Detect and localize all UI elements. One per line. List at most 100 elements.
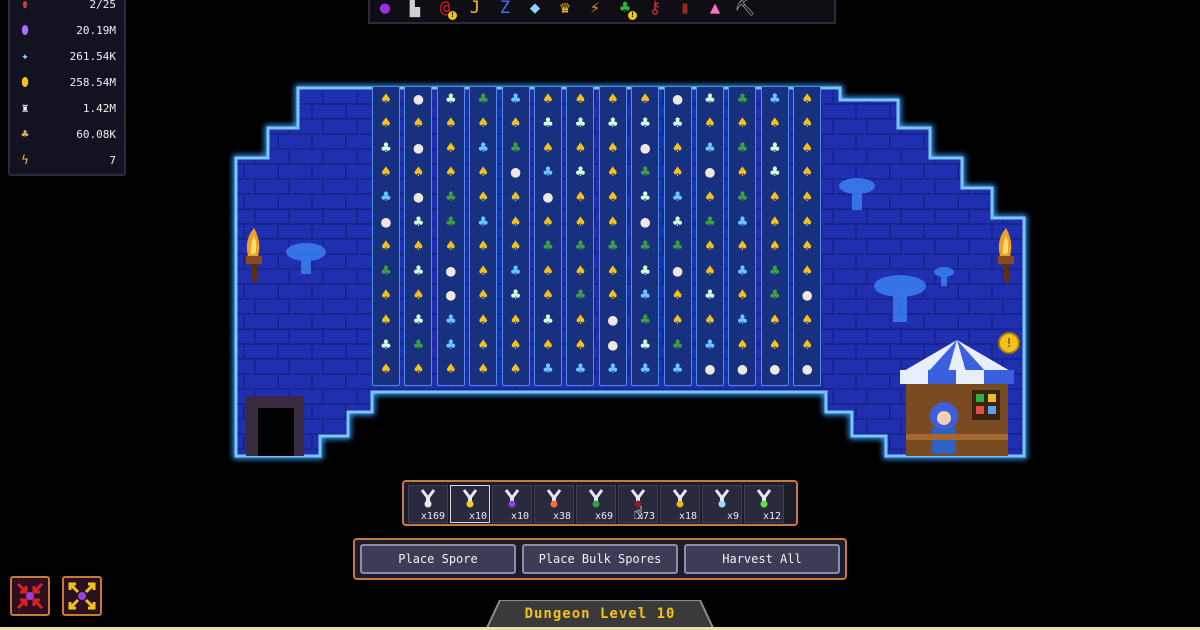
mushroom-crop[interactable]: ♠ (372, 160, 400, 184)
mushroom-crop[interactable]: ♠ (599, 209, 627, 233)
mushroom-crop[interactable]: ♠ (404, 111, 432, 135)
mushroom-crop[interactable]: ♠ (534, 258, 562, 282)
mushroom-crop[interactable]: ♣ (372, 258, 400, 282)
mushroom-crop[interactable]: ♣ (566, 160, 594, 184)
spore-slot[interactable]: x169 (408, 485, 448, 523)
mushroom-crop[interactable]: ♠ (566, 258, 594, 282)
mushroom-crop[interactable]: ♠ (696, 258, 724, 282)
mushroom-crop[interactable]: ♠ (566, 86, 594, 110)
mushroom-crop[interactable]: ● (404, 184, 432, 208)
mushroom-crop[interactable]: ♣ (469, 86, 497, 110)
mushroom-crop[interactable]: ♠ (793, 184, 821, 208)
mushroom-crop[interactable]: ♠ (502, 307, 530, 331)
mushroom-crop[interactable]: ♣ (761, 86, 789, 110)
mushroom-crop[interactable]: ♠ (728, 283, 756, 307)
mushroom-crop[interactable]: ♠ (761, 209, 789, 233)
mushroom-crop[interactable]: ♠ (664, 160, 692, 184)
mushroom-crop[interactable]: ♣ (631, 160, 659, 184)
mushroom-crop[interactable]: ♣ (372, 332, 400, 356)
mushroom-crop[interactable]: ♠ (502, 234, 530, 258)
mushroom-crop[interactable]: ♠ (437, 111, 465, 135)
mushroom-crop[interactable]: ♠ (534, 209, 562, 233)
mushroom-crop[interactable]: ♠ (728, 332, 756, 356)
mushroom-crop[interactable]: ♠ (599, 135, 627, 159)
mushroom-crop[interactable]: ● (664, 86, 692, 110)
spore-slot[interactable]: x10 (492, 485, 532, 523)
mushroom-crop[interactable]: ♠ (469, 160, 497, 184)
mushroom-crop[interactable]: ♣ (566, 283, 594, 307)
mushroom-crop[interactable]: ♣ (664, 234, 692, 258)
mushroom-crop[interactable]: ● (534, 184, 562, 208)
mushroom-crop[interactable]: ♠ (793, 307, 821, 331)
mushroom-crop[interactable]: ♣ (437, 332, 465, 356)
mushroom-crop[interactable]: ♣ (631, 332, 659, 356)
mushroom-crop[interactable]: ♠ (469, 357, 497, 381)
spore-slot[interactable]: x38 (534, 485, 574, 523)
mushroom-crop[interactable]: ● (404, 135, 432, 159)
mushroom-crop[interactable]: ♣ (534, 111, 562, 135)
mushroom-crop[interactable]: ♠ (793, 209, 821, 233)
mushroom-crop[interactable]: ♣ (599, 234, 627, 258)
mushroom-crop[interactable]: ♣ (631, 357, 659, 381)
mushroom-crop[interactable]: ● (599, 307, 627, 331)
mushroom-crop[interactable]: ♣ (404, 307, 432, 331)
mushroom-crop[interactable]: ♠ (631, 86, 659, 110)
mushroom-crop[interactable]: ♣ (404, 258, 432, 282)
mushroom-crop[interactable]: ♣ (696, 135, 724, 159)
mushroom-crop[interactable]: ♣ (664, 111, 692, 135)
mushroom-crop[interactable]: ♠ (437, 234, 465, 258)
mushroom-crop[interactable]: ♣ (566, 234, 594, 258)
mushroom-crop[interactable]: ♣ (728, 258, 756, 282)
mushroom-crop[interactable]: ♠ (793, 111, 821, 135)
place-spore-button[interactable]: Place Spore (360, 544, 516, 574)
mushroom-crop[interactable]: ♠ (696, 111, 724, 135)
mushroom-crop[interactable]: ♠ (372, 86, 400, 110)
mushroom-crop[interactable]: ♠ (599, 184, 627, 208)
mushroom-crop[interactable]: ♣ (728, 184, 756, 208)
mushroom-farm-grid[interactable]: ♠ ♠ ♣ ♠ ♣ ● ♠ ♣ ♠ ♠ ♣ ♠ ● ♠ ● ♠ ● ♣ ♠ ♣ ♠ ♣ ♣ ♠ ♣ ♠ ♠ ♠ ♣ ♣ ♠ ● ● ♣ ♣ ♠ ♣ ♠ ♣ ♠… (372, 86, 826, 388)
mushroom-crop[interactable]: ♠ (469, 332, 497, 356)
mushroom-crop[interactable]: ♠ (534, 332, 562, 356)
mushroom-crop[interactable]: ♠ (469, 111, 497, 135)
mushroom-crop[interactable]: ♠ (696, 234, 724, 258)
mushroom-crop[interactable]: ♠ (534, 86, 562, 110)
mushroom-crop[interactable]: ♠ (664, 283, 692, 307)
mushroom-crop[interactable]: ♠ (566, 184, 594, 208)
mushroom-crop[interactable]: ♣ (437, 209, 465, 233)
mushroom-crop[interactable]: ♠ (404, 283, 432, 307)
mushroom-crop[interactable]: ♠ (534, 135, 562, 159)
mushroom-crop[interactable]: ♣ (534, 160, 562, 184)
mushroom-crop[interactable]: ♠ (664, 135, 692, 159)
spore-slot[interactable]: x12 (744, 485, 784, 523)
mushroom-crop[interactable]: ♠ (761, 111, 789, 135)
mushroom-crop[interactable]: ♠ (793, 234, 821, 258)
mushroom-crop[interactable]: ● (631, 209, 659, 233)
mushroom-crop[interactable]: ♣ (728, 86, 756, 110)
mushroom-crop[interactable]: ♣ (728, 307, 756, 331)
mushroom-crop[interactable]: ♠ (793, 258, 821, 282)
harvest-all-button[interactable]: Harvest All (684, 544, 840, 574)
mushroom-crop[interactable]: ♠ (502, 209, 530, 233)
mushroom-crop[interactable]: ● (696, 160, 724, 184)
mushroom-crop[interactable]: ♠ (599, 283, 627, 307)
mushroom-crop[interactable]: ♠ (502, 357, 530, 381)
mushroom-crop[interactable]: ● (372, 209, 400, 233)
mushroom-crop[interactable]: ♠ (502, 184, 530, 208)
mushroom-crop[interactable]: ♠ (372, 283, 400, 307)
mushroom-crop[interactable]: ♠ (566, 209, 594, 233)
mushroom-crop[interactable]: ♠ (404, 234, 432, 258)
mushroom-crop[interactable]: ● (793, 357, 821, 381)
mushroom-crop[interactable]: ♠ (599, 160, 627, 184)
spore-slot[interactable]: x10 (450, 485, 490, 523)
mushroom-crop[interactable]: ● (664, 258, 692, 282)
spore-slot[interactable]: x18 (660, 485, 700, 523)
mushroom-crop[interactable]: ♣ (437, 86, 465, 110)
mushroom-crop[interactable]: ♣ (566, 111, 594, 135)
mushroom-crop[interactable]: ♣ (372, 135, 400, 159)
mushroom-crop[interactable]: ● (631, 135, 659, 159)
mushroom-crop[interactable]: ♠ (761, 307, 789, 331)
mushroom-crop[interactable]: ♠ (372, 234, 400, 258)
mushroom-crop[interactable]: ♣ (372, 184, 400, 208)
mushroom-crop[interactable]: ♣ (761, 135, 789, 159)
mushroom-crop[interactable]: ♠ (696, 307, 724, 331)
